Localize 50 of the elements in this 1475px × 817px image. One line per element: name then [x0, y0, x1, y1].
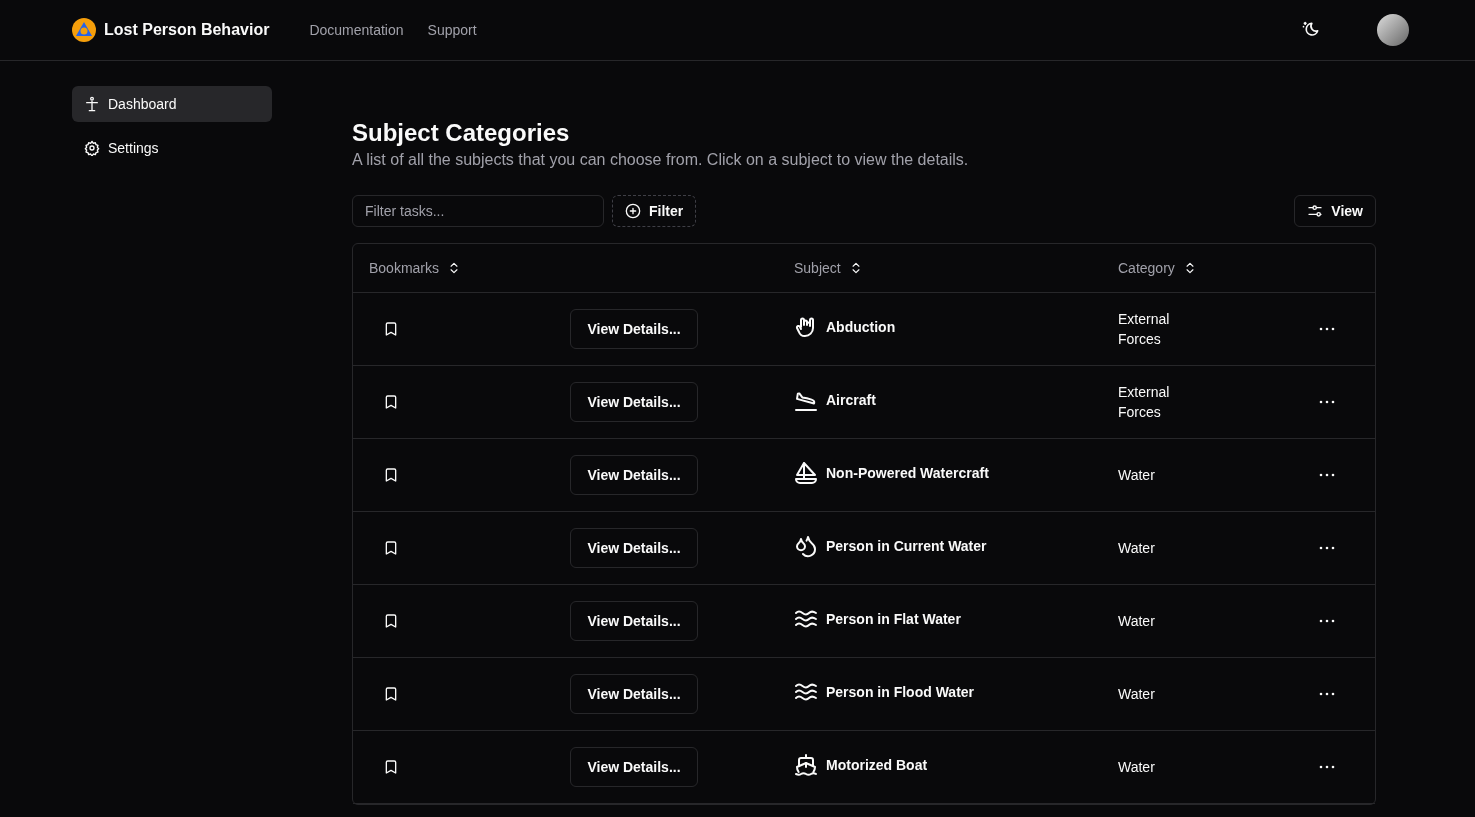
category-text: Water — [1118, 685, 1156, 704]
filter-input[interactable]: Filter tasks... — [352, 195, 604, 227]
subject-name: Aircraft — [826, 392, 876, 408]
brand-name: Lost Person Behavior — [104, 21, 270, 39]
column-header[interactable]: Category — [1118, 260, 1315, 276]
view-details-button[interactable]: View Details... — [570, 601, 698, 641]
person-icon — [84, 96, 100, 112]
nav-link[interactable]: Documentation — [309, 22, 404, 38]
view-details-button[interactable]: View Details... — [570, 309, 698, 349]
bookmark-icon[interactable] — [383, 394, 399, 410]
subject-name: Person in Current Water — [826, 538, 987, 554]
sailboat-icon — [794, 461, 818, 485]
category-text: Water — [1118, 466, 1156, 485]
view-details-button[interactable]: View Details... — [570, 382, 698, 422]
category-text: Water — [1118, 612, 1156, 631]
bookmark-icon[interactable] — [383, 613, 399, 629]
column-header[interactable]: Bookmarks — [353, 260, 570, 276]
view-button[interactable]: View — [1294, 195, 1376, 227]
category-text: Water — [1118, 539, 1156, 558]
sidebar-item[interactable]: Dashboard — [72, 86, 272, 122]
view-details-button[interactable]: View Details... — [570, 674, 698, 714]
page-description: A list of all the subjects that you can choose from. Click on a subject to view the details. — [352, 151, 970, 169]
sliders-icon — [1307, 203, 1324, 219]
bookmark-icon[interactable] — [383, 686, 399, 702]
nav-link[interactable]: Support — [427, 22, 477, 38]
bookmark-icon[interactable] — [383, 467, 399, 483]
ship-icon — [794, 753, 818, 777]
settings-icon — [84, 140, 100, 156]
logo-icon — [72, 18, 96, 42]
user-avatar[interactable] — [1377, 14, 1409, 46]
view-details-button[interactable]: View Details... — [570, 747, 698, 787]
subject-name: Motorized Boat — [826, 757, 928, 773]
page-title: Subject Categories — [352, 119, 571, 147]
column-header[interactable]: Subject — [794, 260, 1118, 276]
plus-circle-icon — [625, 203, 641, 219]
category-text: External Forces — [1118, 383, 1171, 422]
view-details-button[interactable]: View Details... — [570, 528, 698, 568]
filter-button[interactable]: Filter — [612, 195, 697, 227]
droplets-icon — [794, 534, 818, 558]
subject-name: Abduction — [826, 319, 896, 335]
bookmark-icon[interactable] — [383, 759, 399, 775]
bookmark-icon[interactable] — [383, 540, 399, 556]
subject-name: Person in Flat Water — [826, 611, 961, 627]
sidebar-item[interactable]: Settings — [72, 130, 272, 166]
subject-name: Person in Flood Water — [826, 684, 975, 700]
category-text: Water — [1118, 758, 1156, 777]
category-text: External Forces — [1118, 310, 1171, 349]
subject-name: Non-Powered Watercraft — [826, 465, 989, 481]
view-details-button[interactable]: View Details... — [570, 455, 698, 495]
bookmark-icon[interactable] — [383, 321, 399, 337]
